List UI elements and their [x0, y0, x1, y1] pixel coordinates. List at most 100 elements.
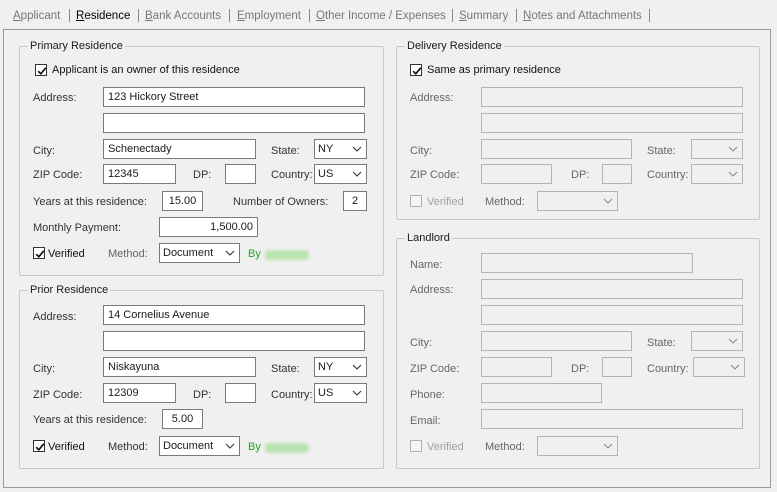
prior-state-value: NY [318, 361, 334, 373]
prior-residence-legend: Prior Residence [30, 284, 109, 296]
landlord-email-input[interactable] [481, 409, 743, 429]
tab-label-mnemonic: A [13, 10, 21, 22]
prior-years-input[interactable]: 5.00 [162, 409, 203, 429]
primary-state-value: NY [318, 143, 334, 155]
landlord-address-label: Address: [410, 284, 454, 296]
tab-label: ther Income / Expenses [324, 10, 446, 22]
tab-summary[interactable]: Summary [459, 10, 508, 22]
delivery-state-select[interactable] [691, 139, 743, 159]
tab-residence[interactable]: Residence [76, 10, 130, 22]
prior-method-label: Method: [108, 441, 148, 453]
prior-address1-input[interactable]: 14 Cornelius Avenue [103, 305, 365, 325]
primary-method-select[interactable]: Document [159, 243, 240, 263]
primary-state-select[interactable]: NY [314, 139, 367, 159]
delivery-country-select[interactable] [691, 164, 743, 184]
landlord-phone-input[interactable] [481, 383, 602, 403]
delivery-dp-input[interactable] [602, 164, 632, 184]
prior-verified-label: Verified [48, 441, 85, 453]
chevron-down-icon [352, 146, 362, 152]
primary-zip-label: ZIP Code: [33, 169, 83, 181]
primary-address2-input[interactable] [103, 113, 365, 133]
delivery-same-label: Same as primary residence [427, 64, 561, 76]
tab-label: mployment [244, 10, 301, 22]
primary-verified-by-label: By [248, 248, 261, 260]
tab-label-mnemonic: S [459, 10, 467, 22]
primary-country-select[interactable]: US [314, 164, 367, 184]
landlord-address2-input[interactable] [481, 305, 743, 325]
landlord-state-label: State: [647, 337, 676, 349]
prior-city-input[interactable]: Niskayuna [103, 357, 256, 377]
delivery-state-label: State: [647, 145, 676, 157]
primary-verified-checkbox[interactable] [33, 247, 45, 259]
chevron-down-icon [728, 338, 738, 344]
tab-bar: Applicant Residence Bank Accounts Employ… [0, 0, 777, 30]
chevron-down-icon [352, 171, 362, 177]
primary-method-value: Document [163, 247, 214, 259]
delivery-zip-input[interactable] [481, 164, 552, 184]
landlord-city-label: City: [410, 337, 432, 349]
primary-zip-input[interactable]: 12345 [103, 164, 176, 184]
landlord-name-input[interactable] [481, 253, 693, 273]
prior-country-select[interactable]: US [314, 383, 367, 403]
chevron-down-icon [728, 171, 738, 177]
landlord-legend: Landlord [407, 232, 450, 244]
tab-label: ummary [466, 10, 509, 22]
delivery-zip-label: ZIP Code: [410, 169, 460, 181]
primary-address-label: Address: [33, 92, 77, 104]
prior-state-select[interactable]: NY [314, 357, 367, 377]
delivery-same-checkbox[interactable] [410, 64, 422, 76]
landlord-dp-input[interactable] [602, 357, 632, 377]
landlord-zip-input[interactable] [481, 357, 552, 377]
landlord-address1-input[interactable] [481, 279, 743, 299]
prior-zip-label: ZIP Code: [33, 389, 83, 401]
delivery-address1-input[interactable] [481, 87, 743, 107]
tab-label: esidence [84, 10, 131, 22]
checkmark-icon [37, 67, 47, 76]
tab-separator [69, 9, 70, 22]
delivery-method-select[interactable] [537, 191, 618, 211]
primary-owners-input[interactable]: 2 [343, 191, 367, 211]
tab-notes-and-attachments[interactable]: Notes and Attachments [523, 10, 642, 22]
landlord-state-select[interactable] [691, 331, 743, 351]
landlord-email-label: Email: [410, 415, 441, 427]
primary-dp-input[interactable] [225, 164, 256, 184]
tab-applicant[interactable]: Applicant [13, 10, 60, 22]
tab-bank-accounts[interactable]: Bank Accounts [145, 10, 221, 22]
delivery-residence-legend: Delivery Residence [407, 40, 502, 52]
primary-owners-label: Number of Owners: [233, 196, 329, 208]
prior-address2-input[interactable] [103, 331, 365, 351]
primary-payment-label: Monthly Payment: [33, 222, 122, 234]
delivery-verified-label: Verified [427, 196, 464, 208]
delivery-dp-label: DP: [571, 169, 590, 181]
chevron-down-icon [728, 146, 738, 152]
delivery-address2-input[interactable] [481, 113, 743, 133]
tab-employment[interactable]: Employment [237, 10, 301, 22]
landlord-method-select[interactable] [537, 436, 618, 456]
delivery-verified-checkbox[interactable] [410, 195, 422, 207]
prior-state-label: State: [271, 363, 300, 375]
tab-label-mnemonic: O [316, 10, 325, 22]
primary-owner-checkbox[interactable] [35, 64, 47, 76]
primary-years-input[interactable]: 15.00 [162, 191, 203, 211]
chevron-down-icon [352, 390, 362, 396]
prior-verified-checkbox[interactable] [33, 440, 45, 452]
primary-payment-input[interactable]: 1,500.00 [159, 217, 258, 237]
landlord-phone-label: Phone: [410, 389, 445, 401]
primary-address1-input[interactable]: 123 Hickory Street [103, 87, 365, 107]
chevron-down-icon [225, 443, 235, 449]
prior-country-value: US [318, 387, 334, 399]
prior-years-label: Years at this residence: [33, 414, 147, 426]
landlord-city-input[interactable] [481, 331, 632, 351]
chevron-down-icon [352, 364, 362, 370]
landlord-country-select[interactable] [693, 357, 745, 377]
tab-other-income-expenses[interactable]: Other Income / Expenses [316, 10, 446, 22]
prior-country-label: Country: [271, 389, 313, 401]
landlord-name-label: Name: [410, 259, 443, 271]
delivery-city-input[interactable] [481, 139, 632, 159]
landlord-verified-checkbox[interactable] [410, 440, 422, 452]
prior-zip-input[interactable]: 12309 [103, 383, 176, 403]
prior-method-select[interactable]: Document [159, 436, 240, 456]
primary-owner-label: Applicant is an owner of this residence [52, 64, 240, 76]
prior-dp-input[interactable] [225, 383, 256, 403]
primary-city-input[interactable]: Schenectady [103, 139, 256, 159]
